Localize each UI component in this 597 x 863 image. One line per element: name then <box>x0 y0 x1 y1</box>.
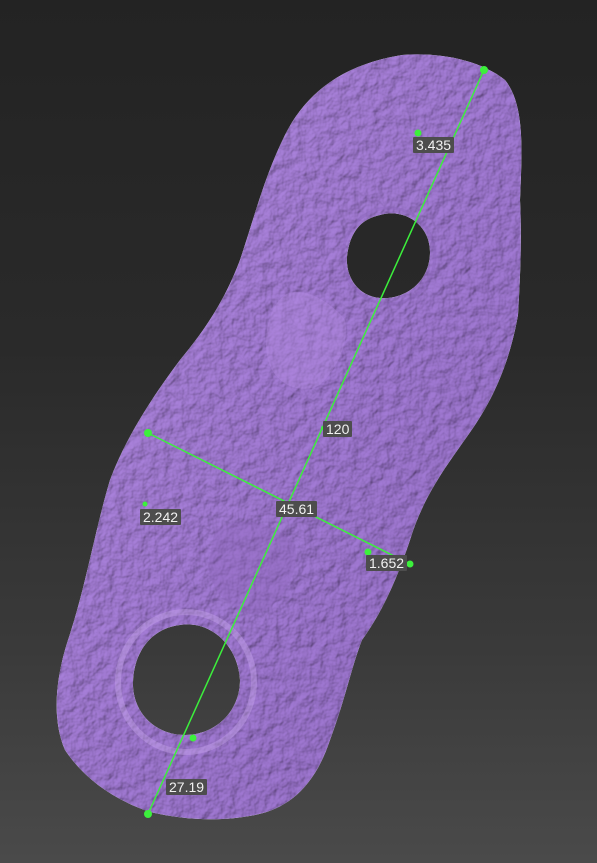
width-end-handle[interactable] <box>406 560 414 568</box>
left-thickness-handle[interactable] <box>142 501 148 507</box>
length-start-handle[interactable] <box>480 66 488 74</box>
length-dimension-label[interactable]: 120 <box>323 421 353 437</box>
width-start-handle[interactable] <box>144 429 152 437</box>
bottom-hole-dimension-label[interactable]: 27.19 <box>166 779 208 795</box>
3d-viewport[interactable]: 3.435 120 45.61 2.242 1.652 27.19 <box>0 0 597 863</box>
top-hole-handle[interactable] <box>414 129 422 137</box>
scanned-object-mesh[interactable] <box>56 54 522 820</box>
right-thickness-label[interactable]: 1.652 <box>366 555 408 571</box>
bottom-hole-handle[interactable] <box>189 734 197 742</box>
left-thickness-label[interactable]: 2.242 <box>140 509 182 525</box>
scene-canvas[interactable] <box>0 0 597 863</box>
width-dimension-label[interactable]: 45.61 <box>276 501 318 517</box>
top-hole-dimension-label[interactable]: 3.435 <box>413 137 455 153</box>
length-end-handle[interactable] <box>144 810 152 818</box>
